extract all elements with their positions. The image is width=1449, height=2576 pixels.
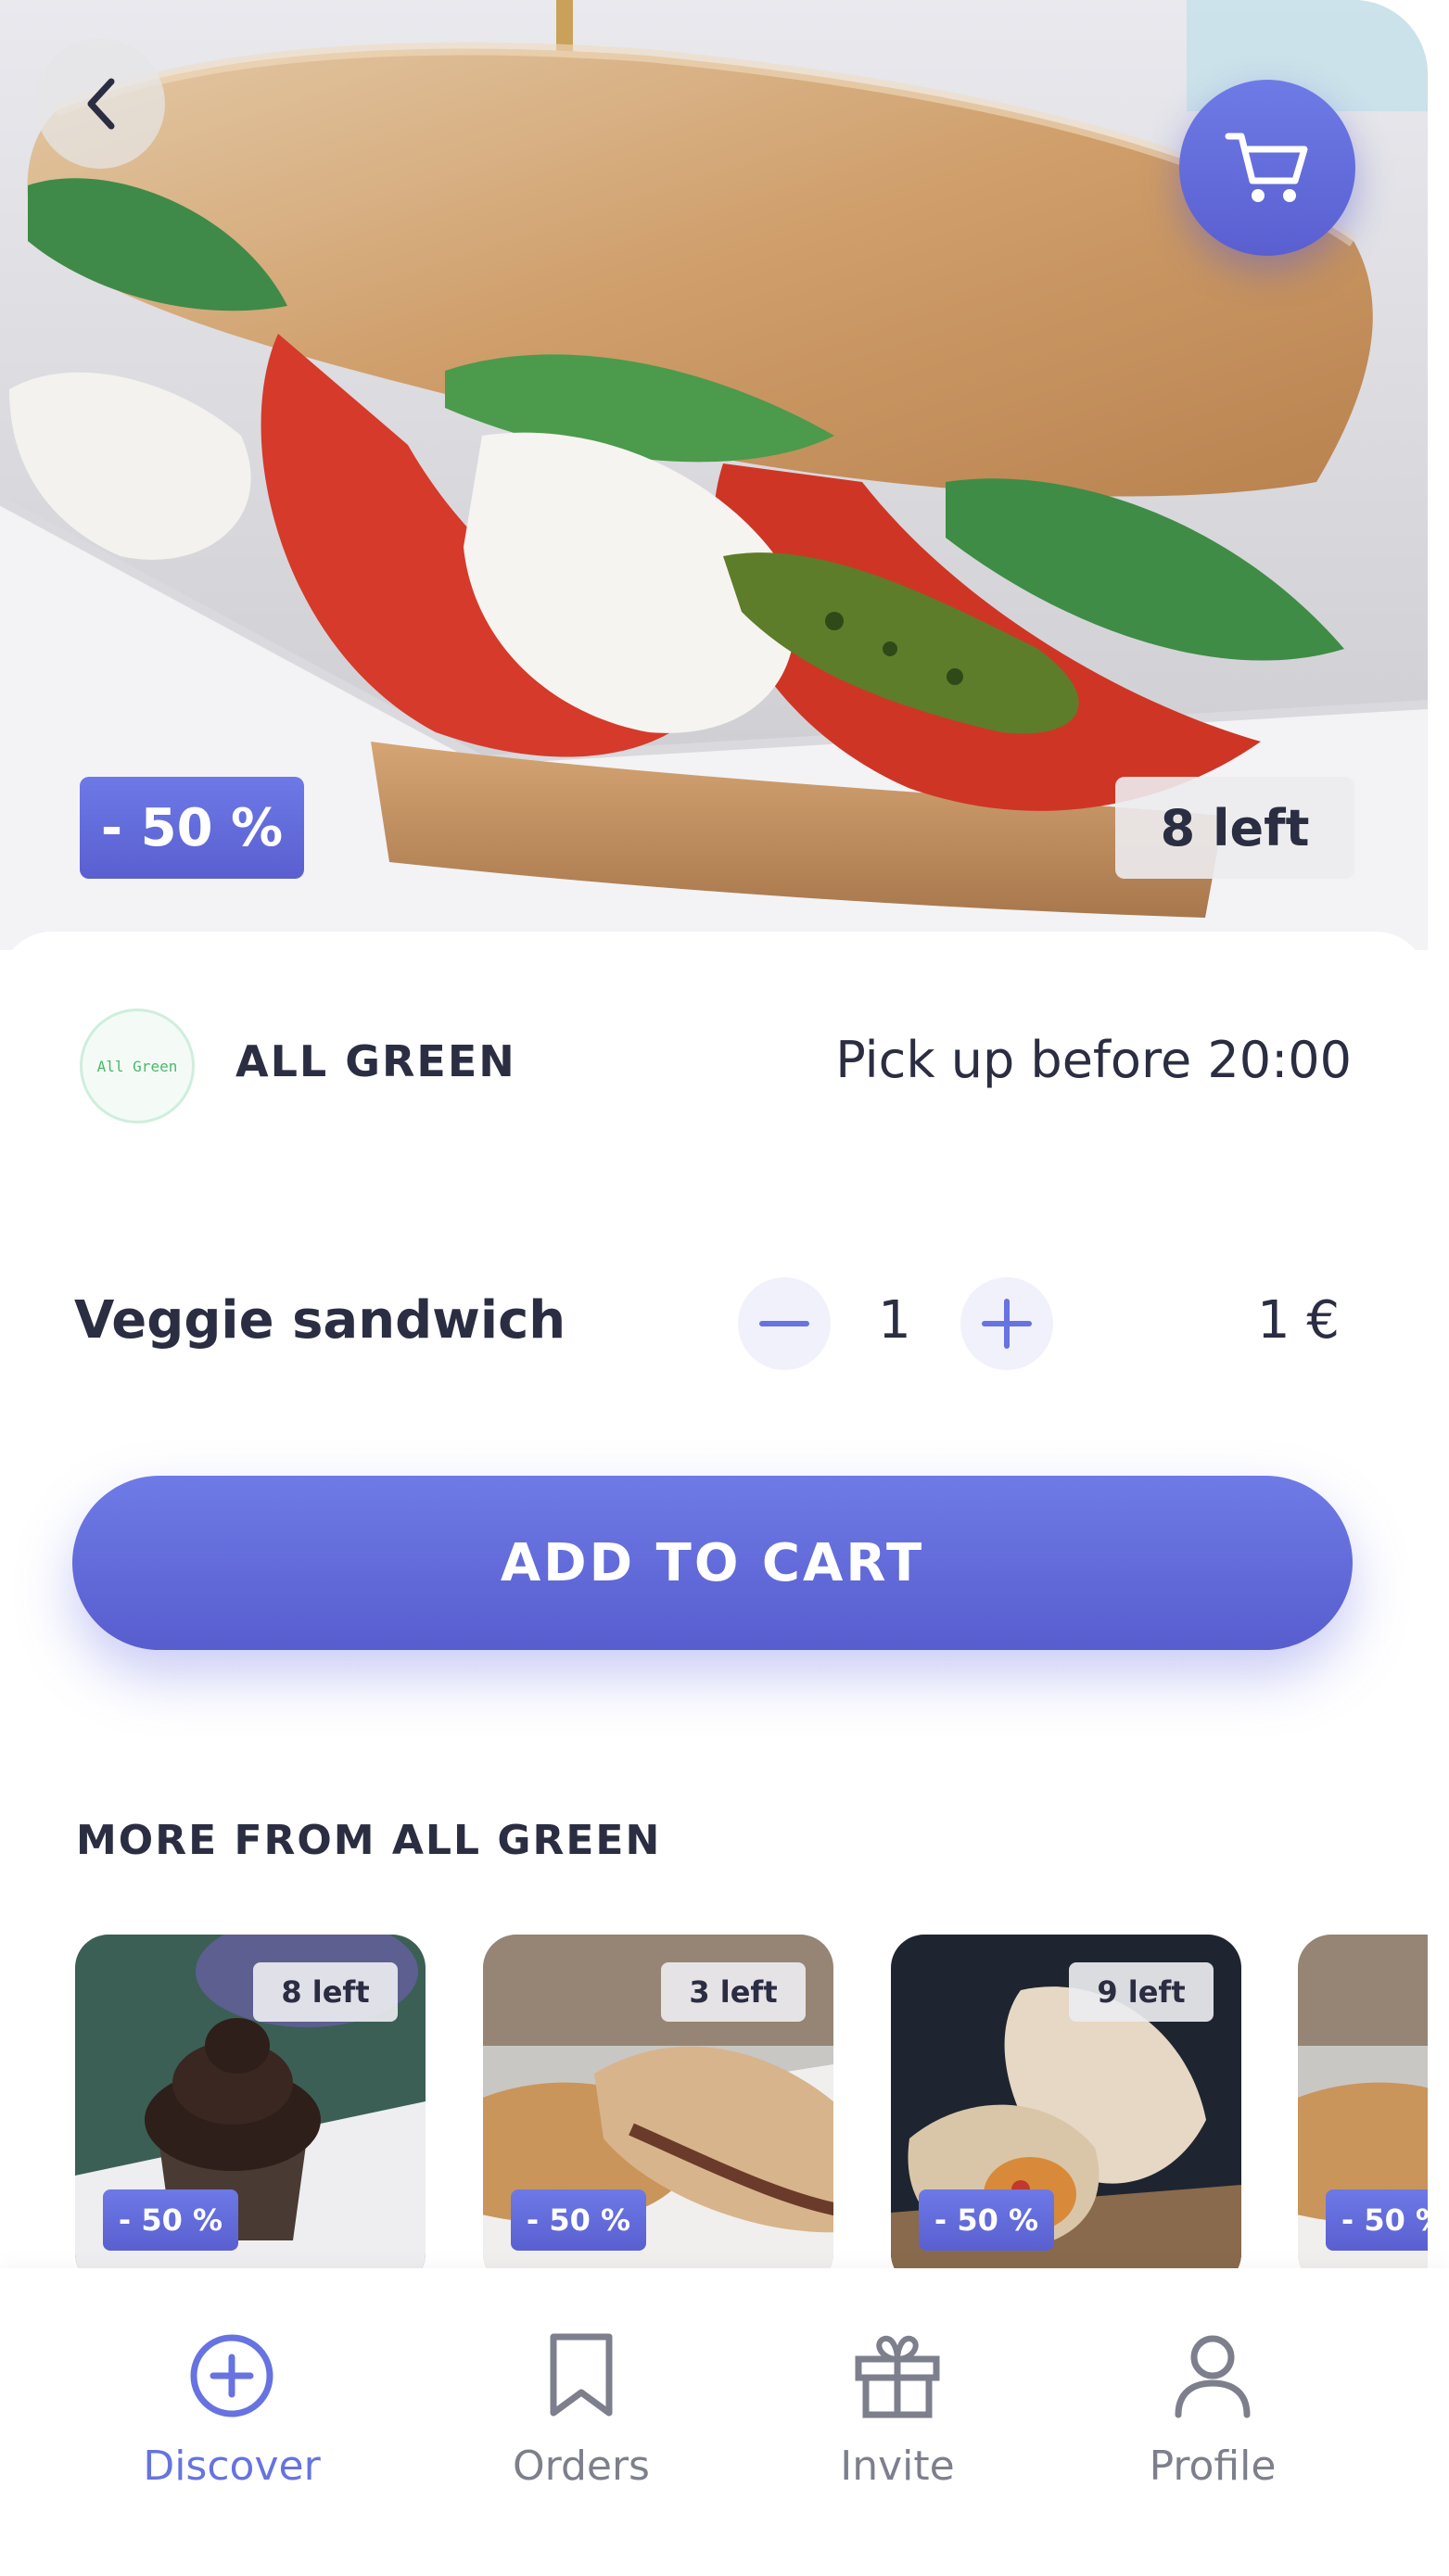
discount-badge: - 50 % xyxy=(919,2189,1054,2251)
product-card[interactable]: 9 left - 50 % xyxy=(891,1935,1241,2268)
store-logo[interactable]: All Green xyxy=(80,1009,195,1123)
discount-badge: - 50 % xyxy=(1326,2189,1428,2251)
chevron-left-icon xyxy=(87,78,115,130)
quantity-value: 1 xyxy=(878,1290,911,1351)
minus-icon xyxy=(759,1321,809,1326)
nav-label: Orders xyxy=(513,2443,650,2490)
more-products-carousel[interactable]: 8 left - 50 % 3 left - 50 % 9 left - 50 … xyxy=(0,1935,1428,2268)
nav-label: Discover xyxy=(143,2443,321,2490)
increase-quantity-button[interactable] xyxy=(960,1277,1053,1370)
product-card[interactable]: - 50 % xyxy=(1298,1935,1428,2268)
decrease-quantity-button[interactable] xyxy=(738,1277,831,1370)
discount-badge: - 50 % xyxy=(511,2189,646,2251)
nav-orders[interactable]: Orders xyxy=(461,2268,702,2509)
nav-discover[interactable]: Discover xyxy=(111,2268,352,2509)
stock-badge: 8 left xyxy=(253,1962,398,2022)
nav-label: Profile xyxy=(1149,2443,1277,2490)
store-logo-text: All Green xyxy=(96,1057,178,1075)
plus-icon xyxy=(982,1299,1032,1349)
nav-invite[interactable]: Invite xyxy=(777,2268,1018,2509)
plus-circle-icon xyxy=(190,2334,273,2417)
more-from-store-heading: MORE FROM ALL GREEN xyxy=(76,1817,662,1864)
add-to-cart-button[interactable]: ADD TO CART xyxy=(72,1476,1353,1650)
product-card[interactable]: 8 left - 50 % xyxy=(75,1935,426,2268)
nav-profile[interactable]: Profile xyxy=(1092,2268,1333,2509)
product-name: Veggie sandwich xyxy=(74,1290,566,1351)
pickup-time: Pick up before 20:00 xyxy=(835,1031,1352,1089)
stock-badge: 3 left xyxy=(661,1962,806,2022)
product-price: 1 € xyxy=(1256,1290,1340,1351)
cart-button[interactable] xyxy=(1179,80,1355,256)
product-card[interactable]: 3 left - 50 % xyxy=(483,1935,833,2268)
nav-label: Invite xyxy=(840,2443,955,2490)
cart-icon xyxy=(1225,133,1308,202)
gift-icon xyxy=(855,2335,940,2418)
stock-badge: 8 left xyxy=(1115,777,1354,879)
user-icon xyxy=(1175,2335,1251,2418)
back-button[interactable] xyxy=(35,39,165,169)
discount-badge: - 50 % xyxy=(103,2189,238,2251)
bottom-navigation: Discover Orders Invite Profile xyxy=(0,2268,1449,2576)
store-name[interactable]: ALL GREEN xyxy=(235,1036,516,1086)
stock-badge: 9 left xyxy=(1069,1962,1214,2022)
product-hero-image: - 50 % 8 left xyxy=(0,0,1428,950)
discount-badge: - 50 % xyxy=(80,777,304,879)
bookmark-icon xyxy=(550,2333,613,2417)
